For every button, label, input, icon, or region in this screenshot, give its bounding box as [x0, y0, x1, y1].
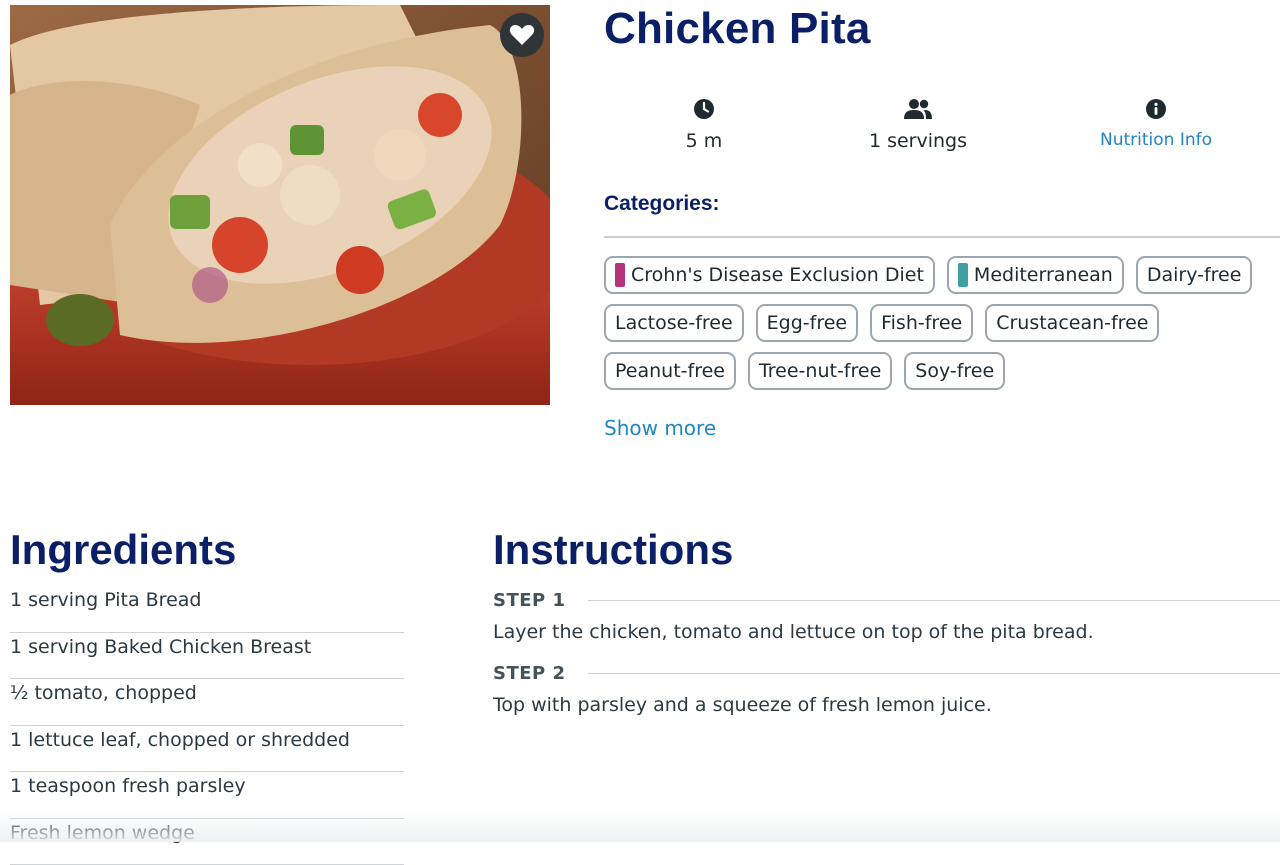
nutrition-info-label[interactable]: Nutrition Info: [1056, 130, 1256, 150]
category-tags: Crohn's Disease Exclusion Diet Mediterra…: [604, 256, 1280, 390]
tag-tree-nut-free[interactable]: Tree-nut-free: [748, 352, 892, 390]
tag-mediterranean[interactable]: Mediterranean: [947, 256, 1124, 294]
clock-icon: [693, 98, 715, 120]
recipe-image: [10, 5, 550, 405]
servings-value: 1 servings: [818, 130, 1018, 152]
tag-soy-free[interactable]: Soy-free: [904, 352, 1005, 390]
recipe-title: Chicken Pita: [604, 4, 871, 54]
nutrition-info-link[interactable]: Nutrition Info: [1056, 96, 1256, 150]
heart-icon: [509, 23, 535, 47]
step-text: Layer the chicken, tomato and lettuce on…: [493, 621, 1280, 643]
instructions-title: Instructions: [493, 526, 733, 574]
favorite-button[interactable]: [500, 13, 544, 57]
tag-label: Mediterranean: [974, 264, 1113, 286]
tag-label: Soy-free: [915, 360, 994, 382]
categories-label: Categories:: [604, 192, 720, 216]
tag-peanut-free[interactable]: Peanut-free: [604, 352, 736, 390]
tag-dairy-free[interactable]: Dairy-free: [1136, 256, 1253, 294]
ingredient-item: 1 serving Baked Chicken Breast: [10, 633, 404, 680]
tag-label: Crohn's Disease Exclusion Diet: [631, 264, 924, 286]
instruction-step-1: STEP 1 Layer the chicken, tomato and let…: [493, 590, 1280, 643]
tag-label: Egg-free: [767, 312, 847, 334]
servings: 1 servings: [818, 96, 1018, 152]
ingredient-item: 1 serving Pita Bread: [10, 586, 404, 633]
prep-time-value: 5 m: [604, 130, 804, 152]
tag-fish-free[interactable]: Fish-free: [870, 304, 973, 342]
instruction-step-2: STEP 2 Top with parsley and a squeeze of…: [493, 663, 1280, 716]
ingredient-item: 1 teaspoon fresh parsley: [10, 772, 404, 819]
tag-label: Fish-free: [881, 312, 962, 334]
ingredients-title: Ingredients: [10, 526, 236, 574]
tag-color-swatch: [615, 263, 625, 287]
divider: [588, 673, 1280, 674]
tag-label: Tree-nut-free: [759, 360, 881, 382]
ingredient-item: ½ tomato, chopped: [10, 679, 404, 726]
recipe-photo: [10, 5, 550, 405]
tag-color-swatch: [958, 263, 968, 287]
prep-time: 5 m: [604, 96, 804, 152]
users-icon: [904, 98, 932, 120]
step-label: STEP 2: [493, 663, 566, 684]
ingredients-list: 1 serving Pita Bread 1 serving Baked Chi…: [10, 586, 404, 865]
tag-lactose-free[interactable]: Lactose-free: [604, 304, 744, 342]
tag-label: Dairy-free: [1147, 264, 1242, 286]
tag-label: Crustacean-free: [996, 312, 1148, 334]
tag-crohns-disease-exclusion-diet[interactable]: Crohn's Disease Exclusion Diet: [604, 256, 935, 294]
divider: [588, 600, 1280, 601]
ingredient-item: 1 lettuce leaf, chopped or shredded: [10, 726, 404, 773]
tag-crustacean-free[interactable]: Crustacean-free: [985, 304, 1159, 342]
step-label: STEP 1: [493, 590, 566, 611]
step-text: Top with parsley and a squeeze of fresh …: [493, 694, 1280, 716]
tag-label: Lactose-free: [615, 312, 733, 334]
info-icon: [1145, 98, 1167, 120]
show-more-link[interactable]: Show more: [604, 416, 716, 440]
tag-egg-free[interactable]: Egg-free: [756, 304, 858, 342]
divider: [604, 236, 1280, 238]
tag-label: Peanut-free: [615, 360, 725, 382]
